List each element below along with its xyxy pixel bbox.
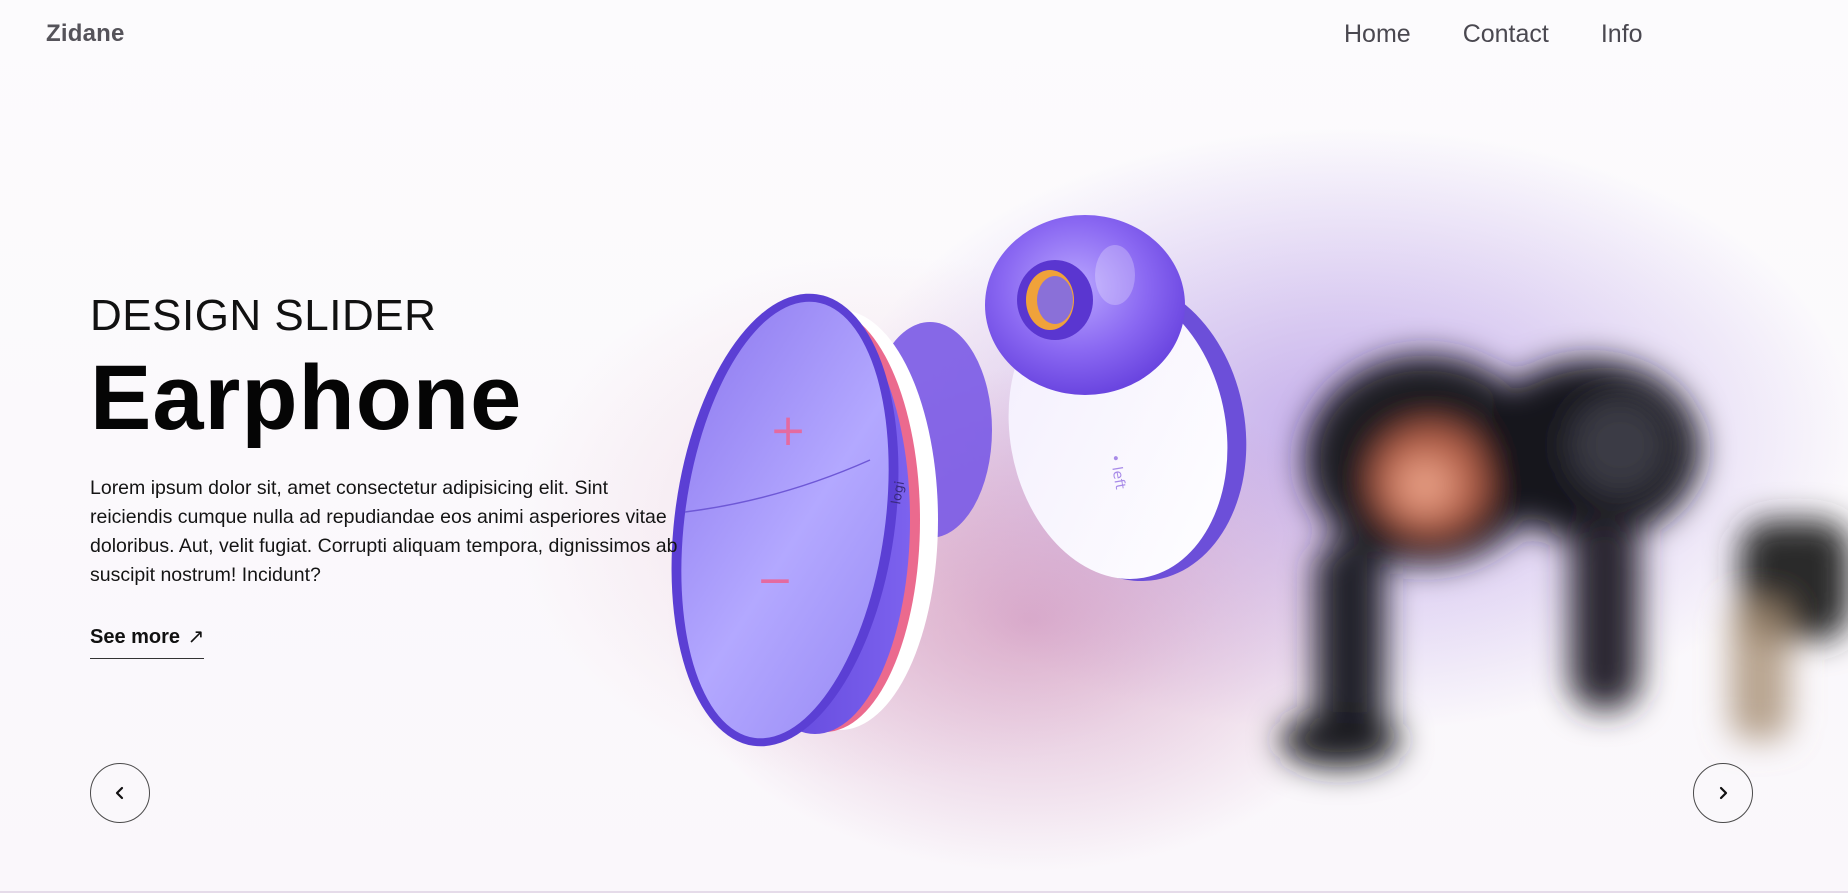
nav-contact-link[interactable]: Contact <box>1463 20 1549 49</box>
chevron-right-icon <box>1719 786 1728 800</box>
next-slide-button[interactable] <box>1693 763 1753 823</box>
plus-label: + <box>770 405 807 456</box>
hero-description: Lorem ipsum dolor sit, amet consectetur … <box>90 477 678 586</box>
hero-slider-page: + − logi • left Zidane Home Contact Info… <box>0 0 1848 893</box>
minus-label: − <box>757 555 794 606</box>
see-more-label: See more <box>90 626 181 648</box>
chevron-left-icon <box>115 786 124 800</box>
nav-info-link[interactable]: Info <box>1601 20 1643 49</box>
hero-eyebrow: DESIGN SLIDER <box>90 291 437 340</box>
previous-slide-button[interactable] <box>90 763 150 823</box>
hero-content: DESIGN SLIDER Earphone Lorem ipsum dolor… <box>90 290 690 659</box>
nav-home-link[interactable]: Home <box>1344 20 1411 49</box>
main-nav: Home Contact Info <box>1344 20 1643 49</box>
hero-title: Earphone <box>90 347 523 449</box>
left-earbud: + − logi <box>671 293 992 747</box>
arrow-up-right-icon: ↗ <box>187 626 205 648</box>
see-more-link[interactable]: See more ↗ <box>90 624 205 659</box>
right-earbud: • left <box>985 215 1247 582</box>
brand-logo[interactable]: Zidane <box>46 20 125 48</box>
blurred-earphones <box>1280 355 1848 768</box>
